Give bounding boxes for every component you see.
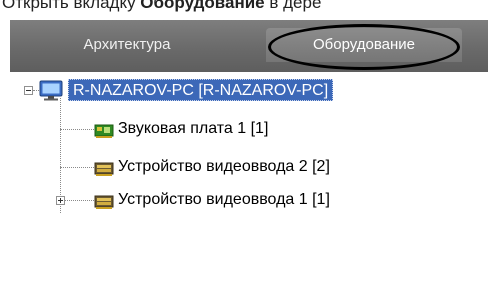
tree-connector-h2: [60, 167, 94, 168]
tree-root-label: R-NAZAROV-PC [R-NAZAROV-PC]: [68, 79, 334, 101]
tree-connector-h1: [60, 129, 94, 130]
caption-bold: Оборудование: [140, 0, 265, 12]
expand-toggle-video-input-1[interactable]: [56, 196, 65, 205]
tab-bar: Архитектура Оборудование: [10, 20, 488, 72]
tab-equipment[interactable]: Оборудование: [266, 28, 462, 62]
caption-prefix: Открыть вкладку: [2, 0, 141, 12]
object-tree-panel: Архитектура Оборудование R-NAZAROV-PC [R…: [10, 20, 488, 282]
tree-node-video-input-2[interactable]: Устройство видеоввода 2 [2]: [94, 154, 330, 180]
tree-root-node[interactable]: R-NAZAROV-PC [R-NAZAROV-PC]: [38, 77, 334, 103]
tab-architecture[interactable]: Архитектура: [62, 28, 192, 62]
video-capture-board-icon: [94, 160, 114, 176]
computer-icon: [38, 80, 64, 102]
sound-card-icon: [94, 122, 114, 138]
collapse-toggle-root[interactable]: [24, 86, 33, 95]
tree-node-label: Устройство видеоввода 1 [1]: [118, 191, 330, 208]
tree-node-label: Устройство видеоввода 2 [2]: [118, 158, 330, 175]
tree-node-video-input-1[interactable]: Устройство видеоввода 1 [1]: [94, 187, 330, 213]
caption-suffix: в дере: [264, 0, 322, 12]
instruction-caption: Открыть вкладку Оборудование в дере: [2, 0, 321, 13]
tree-node-sound-card[interactable]: Звуковая плата 1 [1]: [94, 116, 268, 142]
video-capture-board-icon: [94, 193, 114, 209]
tree-connector-h3: [60, 200, 94, 201]
tree-node-label: Звуковая плата 1 [1]: [118, 120, 269, 137]
equipment-tree: R-NAZAROV-PC [R-NAZAROV-PC] Звуковая пла…: [10, 72, 488, 282]
